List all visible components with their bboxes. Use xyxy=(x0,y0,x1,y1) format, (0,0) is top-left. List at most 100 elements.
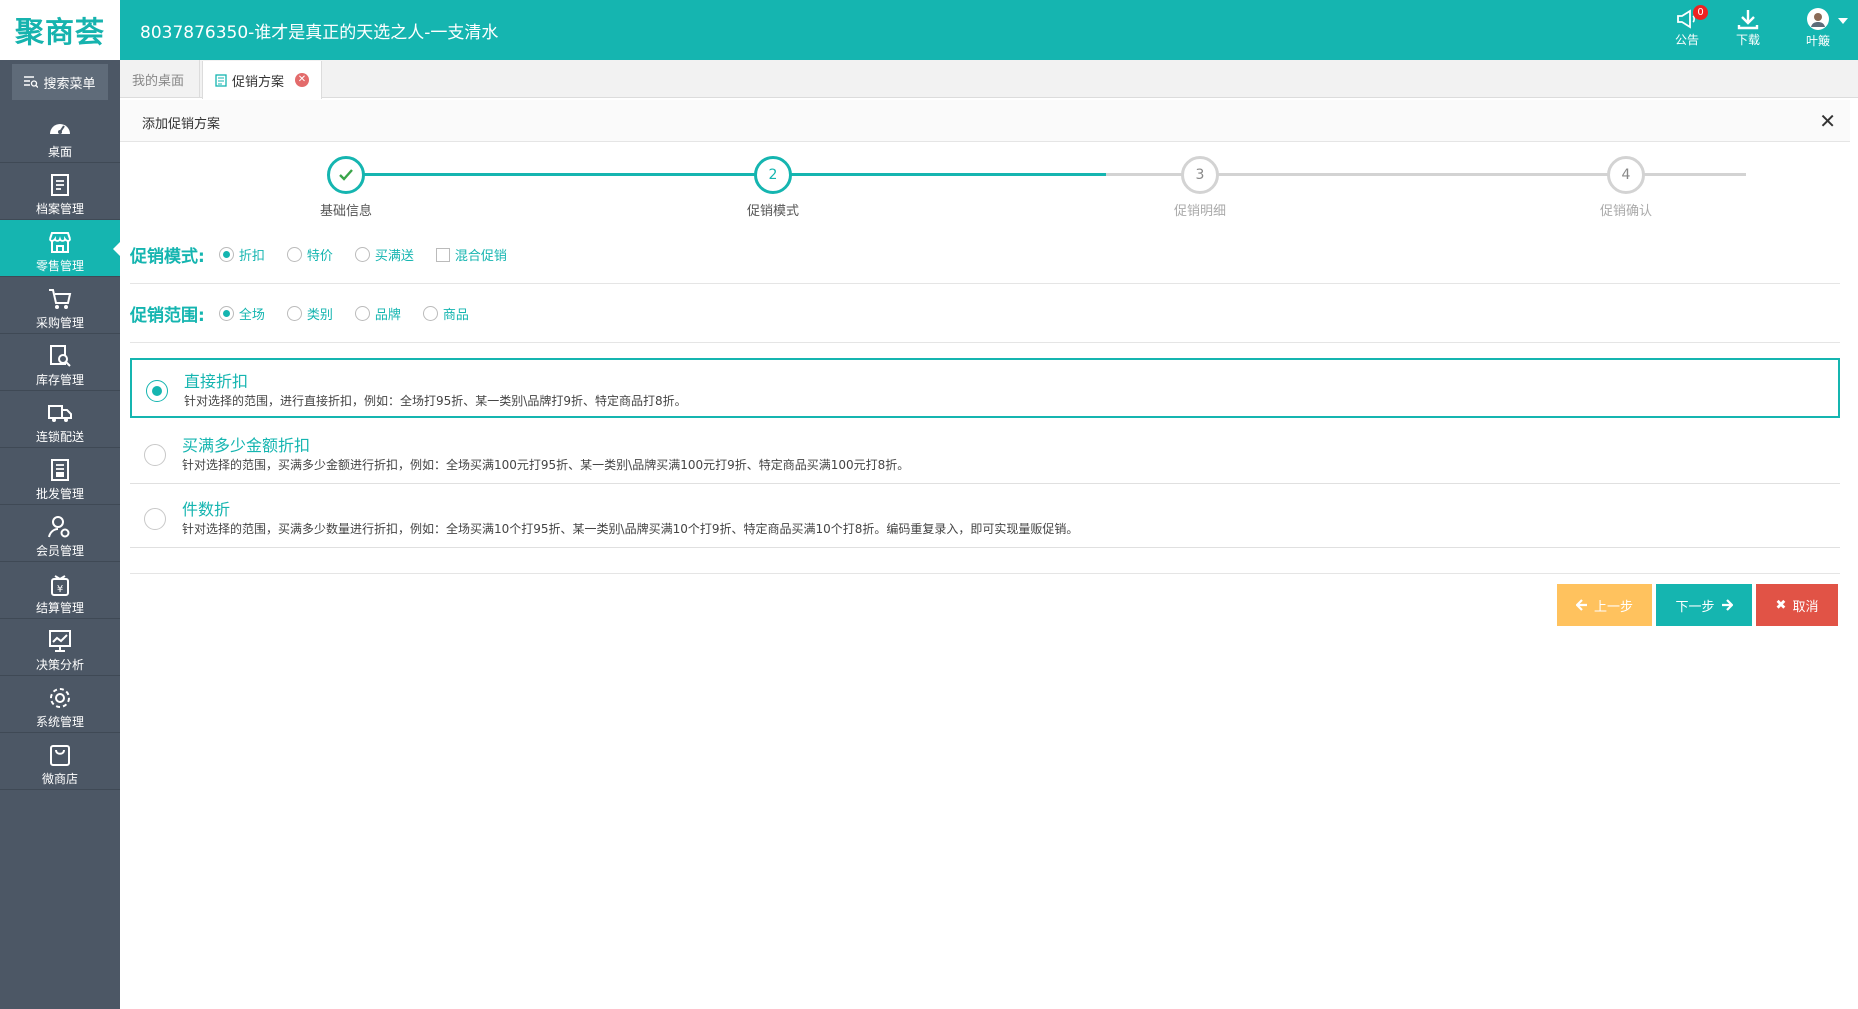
radio[interactable] xyxy=(144,508,166,530)
divider xyxy=(130,573,1840,574)
user-avatar-icon xyxy=(1811,12,1825,27)
discount-type-amount[interactable]: 买满多少金额折扣 针对选择的范围，买满多少金额进行折扣，例如：全场买满100元打… xyxy=(130,424,1840,484)
tab-promotion[interactable]: 促销方案 ✕ xyxy=(202,61,322,99)
sidebar: 搜索菜单 桌面 档案管理 零售管理 采购管理 库存管理 连锁配送 批发管理 会员… xyxy=(0,60,120,1009)
app-title: 8037876350-谁才是真正的天选之人-一支清水 xyxy=(140,23,499,43)
sidebar-item-label: 会员管理 xyxy=(35,544,84,558)
prev-step-label: 上一步 xyxy=(1593,599,1633,615)
top-bar: 聚商荟 8037876350-谁才是真正的天选之人-一支清水 0 公告 下载 叶… xyxy=(0,0,1858,60)
download-icon xyxy=(1737,10,1759,30)
option-label: 全场 xyxy=(238,308,265,323)
checkbox[interactable] xyxy=(435,247,450,262)
option-label: 特价 xyxy=(306,249,333,264)
discount-type-desc: 针对选择的范围，买满多少金额进行折扣，例如：全场买满100元打95折、某一类别\… xyxy=(182,458,910,472)
option-label: 品牌 xyxy=(374,308,401,323)
sidebar-item-label: 桌面 xyxy=(47,145,72,159)
cancel-label: 取消 xyxy=(1792,599,1819,615)
discount-type-title: 直接折扣 xyxy=(184,372,249,391)
discount-type-direct[interactable]: 直接折扣 针对选择的范围，进行直接折扣，例如：全场打95折、某一类别\品牌打9折… xyxy=(130,358,1840,418)
sidebar-item-label: 决策分析 xyxy=(35,658,84,672)
radio[interactable] xyxy=(286,247,302,262)
scope-option-product[interactable]: 商品 xyxy=(422,304,469,323)
logo[interactable]: 聚商荟 xyxy=(0,0,120,60)
mode-option-mixed[interactable]: 混合促销 xyxy=(435,245,507,264)
search-menu-button[interactable]: 搜索菜单 xyxy=(12,64,108,100)
radio-selected[interactable] xyxy=(218,306,234,321)
promotion-mode-row: 促销模式: 折扣 特价 买满送 混合促销 xyxy=(130,226,1840,284)
sidebar-item-label: 连锁配送 xyxy=(35,430,84,444)
wholesale-icon xyxy=(51,459,69,481)
radio[interactable] xyxy=(422,306,438,321)
sidebar-item-archive[interactable]: 档案管理 xyxy=(0,163,120,220)
times-icon: ✖ xyxy=(1775,597,1787,613)
cart-icon xyxy=(49,289,72,309)
sidebar-item-wechat-shop[interactable]: 微商店 xyxy=(0,733,120,790)
notice-label: 公告 xyxy=(1674,33,1699,47)
sidebar-item-member[interactable]: 会员管理 xyxy=(0,505,120,562)
radio-selected[interactable] xyxy=(218,247,234,262)
shop-bag-icon xyxy=(50,745,70,766)
notice-button[interactable]: 0 公告 xyxy=(1662,5,1712,48)
chart-icon xyxy=(49,630,71,652)
mode-option-buy-get[interactable]: 买满送 xyxy=(354,245,414,264)
discount-type-quantity[interactable]: 件数折 针对选择的范围，买满多少数量进行折扣，例如：全场买满10个打95折、某一… xyxy=(130,488,1840,548)
tab-my-desktop[interactable]: 我的桌面 xyxy=(120,60,200,98)
radio[interactable] xyxy=(286,306,302,321)
menu-search-icon xyxy=(24,76,39,88)
close-icon[interactable]: ✕ xyxy=(1819,109,1836,133)
promotion-scope-row: 促销范围: 全场 类别 品牌 商品 xyxy=(130,285,1840,343)
step-1-label: 基础信息 xyxy=(319,204,372,219)
scope-option-category[interactable]: 类别 xyxy=(286,304,333,323)
radio-selected[interactable] xyxy=(146,380,168,402)
promotion-mode-label: 促销模式: xyxy=(130,247,205,267)
download-button[interactable]: 下载 xyxy=(1723,8,1773,48)
discount-type-desc: 针对选择的范围，买满多少数量进行折扣，例如：全场买满10个打95折、某一类别\品… xyxy=(182,522,1079,536)
radio[interactable] xyxy=(354,306,370,321)
step-1-done xyxy=(327,156,365,194)
next-step-button[interactable]: 下一步 xyxy=(1656,584,1752,626)
store-icon xyxy=(49,232,71,253)
stepper: 基础信息 2 促销模式 3 促销明细 4 促销确认 xyxy=(120,142,1850,222)
sidebar-item-purchase[interactable]: 采购管理 xyxy=(0,277,120,334)
sidebar-item-desktop[interactable]: 桌面 xyxy=(0,106,120,163)
yen-icon: ¥ xyxy=(51,575,69,596)
member-icon xyxy=(48,516,70,538)
mode-option-special-price[interactable]: 特价 xyxy=(286,245,333,264)
discount-type-title: 买满多少金额折扣 xyxy=(182,436,311,455)
mode-option-discount[interactable]: 折扣 xyxy=(218,245,265,264)
gear-icon xyxy=(50,688,70,708)
avatar xyxy=(1807,8,1829,30)
sidebar-item-system[interactable]: 系统管理 xyxy=(0,676,120,733)
step-2-label: 促销模式 xyxy=(746,204,799,219)
sidebar-item-wholesale[interactable]: 批发管理 xyxy=(0,448,120,505)
arrow-right-icon xyxy=(1721,599,1733,611)
truck-icon xyxy=(48,405,72,422)
panel-title: 添加促销方案 xyxy=(142,117,221,132)
close-tab-icon[interactable]: ✕ xyxy=(295,73,309,87)
document-icon xyxy=(215,73,227,87)
chevron-down-icon xyxy=(1838,18,1848,24)
scope-option-brand[interactable]: 品牌 xyxy=(354,304,401,323)
sidebar-item-settlement[interactable]: ¥ 结算管理 xyxy=(0,562,120,619)
scope-option-all[interactable]: 全场 xyxy=(218,304,265,323)
tab-bar: 我的桌面 促销方案 ✕ xyxy=(120,60,1858,99)
user-menu[interactable]: 叶簸 xyxy=(1790,8,1848,49)
sidebar-item-label: 系统管理 xyxy=(35,715,84,729)
sidebar-item-label: 批发管理 xyxy=(35,487,84,501)
download-label: 下载 xyxy=(1735,33,1760,47)
inventory-icon xyxy=(50,345,71,367)
cancel-button[interactable]: ✖ 取消 xyxy=(1756,584,1838,626)
sidebar-item-distribution[interactable]: 连锁配送 xyxy=(0,391,120,448)
sidebar-item-analysis[interactable]: 决策分析 xyxy=(0,619,120,676)
prev-step-button[interactable]: 上一步 xyxy=(1557,584,1652,626)
dashboard-icon xyxy=(50,124,70,134)
check-icon xyxy=(339,169,353,181)
archive-icon xyxy=(51,174,69,196)
step-4: 4 xyxy=(1607,156,1645,194)
radio[interactable] xyxy=(354,247,370,262)
sidebar-item-retail[interactable]: 零售管理 xyxy=(0,220,120,277)
sidebar-item-inventory[interactable]: 库存管理 xyxy=(0,334,120,391)
radio[interactable] xyxy=(144,444,166,466)
search-menu-label: 搜索菜单 xyxy=(43,76,96,92)
logo-text: 聚商荟 xyxy=(14,15,105,49)
